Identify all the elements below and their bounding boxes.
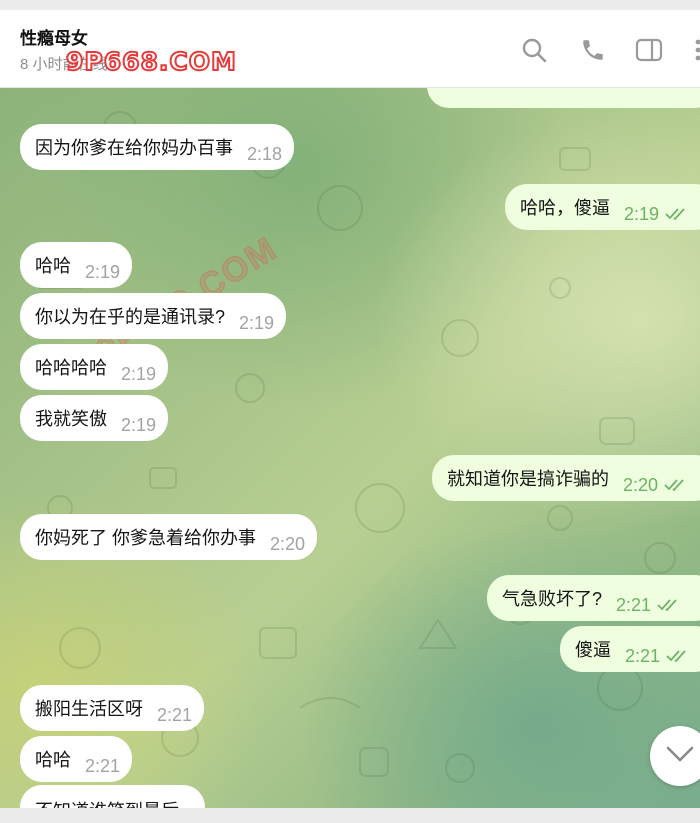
message-bubble-outgoing[interactable]: 傻逼 2:21 <box>560 626 700 672</box>
message-time: 2:21 <box>157 704 193 725</box>
double-check-icon <box>666 649 688 663</box>
message-text: 傻逼 <box>575 640 611 660</box>
double-check-icon <box>657 598 679 612</box>
message-time: 2:20 <box>270 533 306 554</box>
message-text: 我就笑傲 <box>35 409 107 429</box>
message-bubble-incoming[interactable]: 搬阳生活区呀 2:21 <box>20 685 205 731</box>
message-text: 你以为在乎的是通讯录? <box>35 307 226 327</box>
message-time: 2:19 <box>624 203 660 224</box>
window-top-strip <box>0 0 700 10</box>
message-text: 因为你爹在给你妈办百事 <box>35 138 233 158</box>
message-time: 2:19 <box>85 261 121 282</box>
chat-header[interactable]: 性瘾母女 8 小时前在线 9P668.COM <box>0 10 700 88</box>
message-text: 哈哈 <box>35 750 71 770</box>
message-text: 哈哈 <box>35 256 71 276</box>
search-icon[interactable] <box>520 36 548 64</box>
message-bubble-incoming[interactable]: 因为你爹在给你妈办百事 2:18 <box>20 124 295 170</box>
message-bubble-incoming[interactable]: 你妈死了 你爹急着给你办事 2:20 <box>20 514 318 560</box>
more-icon[interactable] <box>686 36 700 64</box>
message-time: 2:19 <box>121 363 157 384</box>
message-time: 2:21 <box>625 645 661 666</box>
message-bubble-incoming[interactable]: 你以为在乎的是通讯录? 2:19 <box>20 293 287 339</box>
window-bottom-strip <box>0 808 700 823</box>
message-text: 哈哈哈哈 <box>35 358 107 378</box>
message-bubble-outgoing[interactable]: 哈哈，傻逼 2:19 <box>505 184 700 230</box>
chat-title[interactable]: 性瘾母女 <box>20 24 88 49</box>
sidebar-toggle-icon[interactable] <box>635 36 663 64</box>
message-text: 搬阳生活区呀 <box>35 699 143 719</box>
message-bubble-incoming[interactable]: 我就笑傲 2:19 <box>20 395 169 441</box>
double-check-icon <box>664 478 686 492</box>
message-bubble-incoming[interactable]: 哈哈哈哈 2:19 <box>20 344 169 390</box>
message-text: 哈哈，傻逼 <box>520 198 610 218</box>
message-time: 2:21 <box>85 755 121 776</box>
message-bubble-outgoing[interactable]: 气急败坏了? 2:21 <box>487 575 700 621</box>
message-time: 2:19 <box>239 312 275 333</box>
chevron-down-icon <box>665 745 695 768</box>
message-time: 2:20 <box>623 474 659 495</box>
message-text: 你妈死了 你爹急着给你办事 <box>35 528 256 548</box>
message-bubble-outgoing[interactable]: 就知道你是搞诈骗的 2:20 <box>432 455 700 501</box>
watermark-logo: 9P668.COM <box>65 46 237 77</box>
double-check-icon <box>665 207 687 221</box>
message-text: 就知道你是搞诈骗的 <box>447 469 609 489</box>
message-time: 2:21 <box>616 594 652 615</box>
message-bubble-incoming[interactable]: 哈哈 2:21 <box>20 736 133 782</box>
message-text: 气急败坏了? <box>502 589 603 609</box>
phone-icon[interactable] <box>579 36 607 64</box>
message-bubble-incoming[interactable]: 哈哈 2:19 <box>20 242 133 288</box>
message-time: 2:19 <box>121 414 157 435</box>
chat-area[interactable]: 9P668.COM 因为你爹在给你妈办百事 2:18 哈哈，傻逼 2:19 哈哈… <box>0 88 700 823</box>
message-bubble-outgoing[interactable] <box>427 88 700 108</box>
message-time: 2:18 <box>247 143 283 164</box>
